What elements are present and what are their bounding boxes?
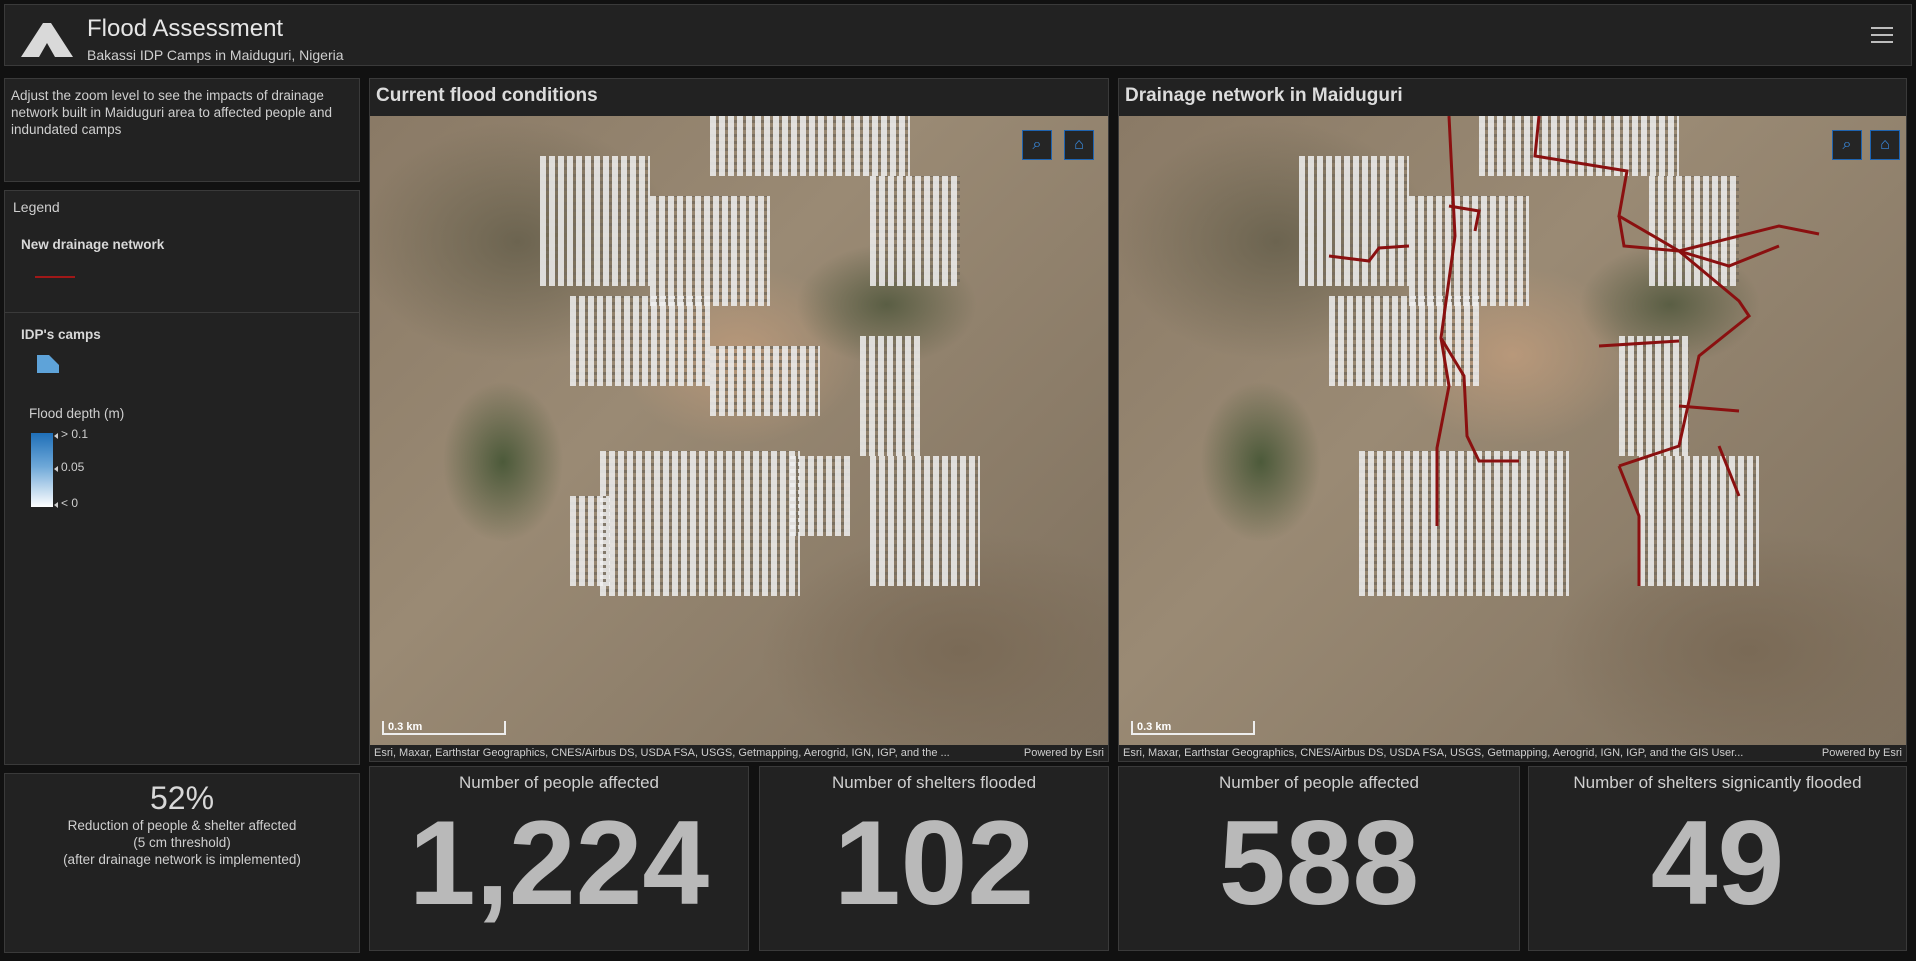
people-affected-after-indicator: Number of people affected 588 [1118,766,1520,951]
ramp-tick-high [54,433,58,439]
camp-block [710,116,910,176]
current-flood-map-panel: Current flood conditions ⌕ ⌂ 0.3 km Esri… [369,78,1109,762]
indicator-value: 49 [1650,796,1785,930]
reduction-caption-1: Reduction of people & shelter affected [67,818,297,833]
camp-block [540,156,650,286]
camp-block [650,196,770,306]
attribution-text: Esri, Maxar, Earthstar Geographics, CNES… [1123,747,1744,759]
app-header: Flood Assessment Bakassi IDP Camps in Ma… [4,4,1912,66]
search-icon: ⌕ [1032,136,1042,153]
camp-block [570,496,610,586]
scale-bar: 0.3 km [382,721,506,735]
flood-depth-color-ramp [31,433,53,507]
camp-block [860,336,920,456]
ramp-label-mid: 0.05 [61,460,85,474]
indicator-value: 1,224 [408,796,710,930]
legend-title: Legend [13,199,60,215]
map-attribution: Esri, Maxar, Earthstar Geographics, CNES… [1119,745,1906,761]
camp-block [570,296,710,386]
ramp-tick-low [54,502,58,508]
attribution-text: Esri, Maxar, Earthstar Geographics, CNES… [374,747,950,759]
legend-panel: Legend New drainage network IDP's camps … [4,190,360,765]
reduction-caption-2: (5 cm threshold) [133,835,231,850]
indicator-title: Number of shelters flooded [831,773,1037,792]
map-view[interactable]: ⌕ ⌂ 0.3 km [370,116,1108,745]
indicator-title: Number of people affected [458,773,660,792]
drainage-network-map-panel: Drainage network in Maiduguri ⌕ ⌂ 0.3 km… [1118,78,1907,762]
reduction-caption-3: (after drainage network is implemented) [63,852,301,867]
home-button[interactable]: ⌂ [1870,130,1900,160]
camp-block [710,346,820,416]
home-button[interactable]: ⌂ [1064,130,1094,160]
camp-block [870,176,960,286]
app-subtitle: Bakassi IDP Camps in Maiduguri, Nigeria [87,47,344,63]
legend-layer-drainage-title: New drainage network [21,237,165,252]
search-button[interactable]: ⌕ [1832,130,1862,160]
map-attribution: Esri, Maxar, Earthstar Geographics, CNES… [370,745,1108,761]
people-affected-current-indicator: Number of people affected 1,224 [369,766,749,951]
intro-text: Adjust the zoom level to see the impacts… [11,88,332,137]
camp-block [870,456,980,586]
tent-icon [21,23,73,57]
flood-depth-title: Flood depth (m) [29,406,125,421]
indicator-title: Number of people affected [1218,773,1420,792]
reduction-indicator: 52% Reduction of people & shelter affect… [4,773,360,953]
ramp-label-high: > 0.1 [61,427,89,441]
legend-divider [5,312,359,313]
powered-by-esri[interactable]: Powered by Esri [1815,745,1902,761]
indicator-value: 102 [833,796,1035,930]
indicator-title: Number of shelters signicantly flooded [1573,773,1862,792]
search-button[interactable]: ⌕ [1022,130,1052,160]
ramp-tick-mid [54,466,58,472]
search-icon: ⌕ [1842,136,1852,153]
app-title: Flood Assessment [87,15,284,42]
camp-block [600,451,800,596]
home-icon: ⌂ [1074,136,1084,153]
scale-bar: 0.3 km [1131,721,1255,735]
indicator-value: 588 [1218,796,1420,930]
intro-panel: Adjust the zoom level to see the impacts… [4,78,360,182]
camp-block [790,456,850,536]
shelters-flooded-current-indicator: Number of shelters flooded 102 [759,766,1109,951]
map-view[interactable]: ⌕ ⌂ 0.3 km [1119,116,1906,745]
legend-layer-camps-title: IDP's camps [21,327,101,342]
reduction-value: 52% [149,780,215,816]
ramp-label-low: < 0 [61,496,79,510]
powered-by-esri[interactable]: Powered by Esri [1017,745,1104,761]
home-icon: ⌂ [1880,136,1890,153]
map-title: Current flood conditions [376,85,598,106]
shelters-flooded-after-indicator: Number of shelters signicantly flooded 4… [1528,766,1907,951]
map-title: Drainage network in Maiduguri [1125,85,1403,106]
hamburger-menu-icon[interactable] [1871,27,1893,45]
camp-polygon-symbol [37,355,59,373]
drainage-line-symbol [35,276,75,278]
drainage-network-lines [1328,116,1820,586]
